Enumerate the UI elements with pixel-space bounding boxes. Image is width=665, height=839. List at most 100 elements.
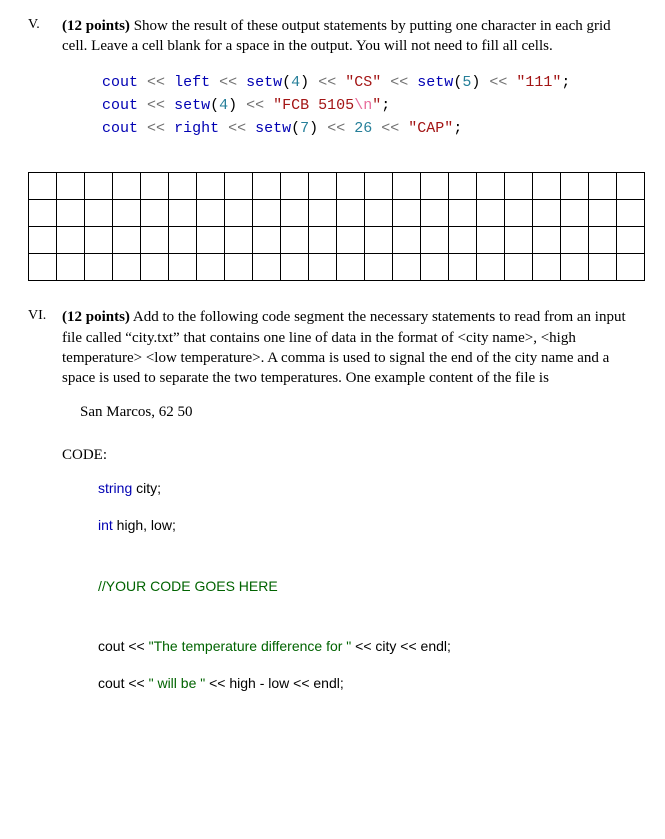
tok-right: right <box>174 120 219 137</box>
tok-paren: ( <box>282 74 291 91</box>
grid-cell <box>589 254 617 281</box>
grid-cell <box>85 227 113 254</box>
grid-cell <box>197 200 225 227</box>
grid-cell <box>225 254 253 281</box>
keyword-string: string <box>98 480 132 496</box>
grid-cell <box>29 200 57 227</box>
grid-cell <box>533 173 561 200</box>
grid-cell <box>617 254 645 281</box>
grid-cell <box>561 200 589 227</box>
grid-cell <box>141 227 169 254</box>
out2-string: " will be " <box>149 675 206 691</box>
grid-cell <box>57 227 85 254</box>
question-5: V. (12 points) Show the result of these … <box>28 16 637 154</box>
grid-cell <box>169 200 197 227</box>
tok-setw: setw <box>255 120 291 137</box>
grid-cell <box>309 200 337 227</box>
out2-part-b: << high - low << endl; <box>205 675 344 691</box>
tok-op: << <box>147 97 165 114</box>
grid-cell <box>225 227 253 254</box>
tok-str: "111" <box>516 74 561 91</box>
grid-cell <box>589 173 617 200</box>
tok-op: << <box>219 74 237 91</box>
grid-cell <box>533 254 561 281</box>
grid-cell <box>57 200 85 227</box>
tok-str-part: " <box>372 97 381 114</box>
decl-high-low: int high, low; <box>98 516 637 535</box>
tok-semi: ; <box>453 120 462 137</box>
tok-paren: ) <box>228 97 237 114</box>
answer-grid <box>28 172 645 281</box>
grid-cell <box>477 254 505 281</box>
grid-cell <box>393 173 421 200</box>
question-6: VI. (12 points) Add to the following cod… <box>28 307 637 392</box>
grid-cell <box>113 200 141 227</box>
placeholder-comment: //YOUR CODE GOES HERE <box>98 578 278 594</box>
grid-cell <box>617 200 645 227</box>
tok-num: 7 <box>300 120 309 137</box>
grid-cell <box>337 173 365 200</box>
grid-cell <box>141 173 169 200</box>
grid-cell <box>29 227 57 254</box>
tok-setw: setw <box>417 74 453 91</box>
grid-cell <box>365 200 393 227</box>
grid-cell <box>421 254 449 281</box>
tok-cout: cout <box>102 74 138 91</box>
tok-semi: ; <box>381 97 390 114</box>
grid-cell <box>505 227 533 254</box>
code-l3: cout << right << setw(7) << 26 << "CAP"; <box>102 120 462 137</box>
grid-row <box>29 200 645 227</box>
tok-paren: ) <box>309 120 318 137</box>
grid-cell <box>57 173 85 200</box>
grid-cell <box>505 200 533 227</box>
grid-cell <box>309 254 337 281</box>
tok-str: "CAP" <box>408 120 453 137</box>
grid-cell <box>29 254 57 281</box>
grid-cell <box>421 200 449 227</box>
grid-cell <box>281 200 309 227</box>
grid-cell <box>225 200 253 227</box>
question-5-number: V. <box>28 16 62 154</box>
tok-op: << <box>318 74 336 91</box>
tok-paren: ( <box>453 74 462 91</box>
grid-cell <box>449 173 477 200</box>
grid-cell <box>169 173 197 200</box>
out1-part-b: << city << endl; <box>351 638 451 654</box>
grid-cell <box>225 173 253 200</box>
grid-cell <box>57 254 85 281</box>
tok-cout: cout <box>102 97 138 114</box>
tok-semi: ; <box>561 74 570 91</box>
decl-high-low-rest: high, low; <box>113 517 176 533</box>
tok-setw: setw <box>246 74 282 91</box>
grid-cell <box>29 173 57 200</box>
tok-paren: ) <box>300 74 309 91</box>
tok-setw: setw <box>174 97 210 114</box>
tok-op: << <box>246 97 264 114</box>
keyword-int: int <box>98 517 113 533</box>
grid-cell <box>85 173 113 200</box>
grid-cell <box>113 173 141 200</box>
grid-cell <box>169 227 197 254</box>
tok-str-part: "FCB 5105 <box>273 97 354 114</box>
grid-cell <box>309 173 337 200</box>
grid-cell <box>449 227 477 254</box>
grid-cell <box>589 200 617 227</box>
output-line-2: cout << " will be " << high - low << end… <box>98 674 637 693</box>
grid-cell <box>365 254 393 281</box>
grid-cell <box>477 173 505 200</box>
tok-op: << <box>390 74 408 91</box>
out2-part-a: cout << <box>98 675 149 691</box>
code-placeholder: //YOUR CODE GOES HERE <box>98 577 637 596</box>
grid-cell <box>533 227 561 254</box>
grid-cell <box>617 227 645 254</box>
grid-row <box>29 227 645 254</box>
grid-cell <box>197 254 225 281</box>
code-section-label: CODE: <box>62 445 637 465</box>
question-6-number: VI. <box>28 307 62 392</box>
grid-cell <box>617 173 645 200</box>
decl-city: string city; <box>98 479 637 498</box>
grid-cell <box>561 254 589 281</box>
tok-paren: ) <box>471 74 480 91</box>
grid-cell <box>281 173 309 200</box>
grid-cell <box>421 173 449 200</box>
